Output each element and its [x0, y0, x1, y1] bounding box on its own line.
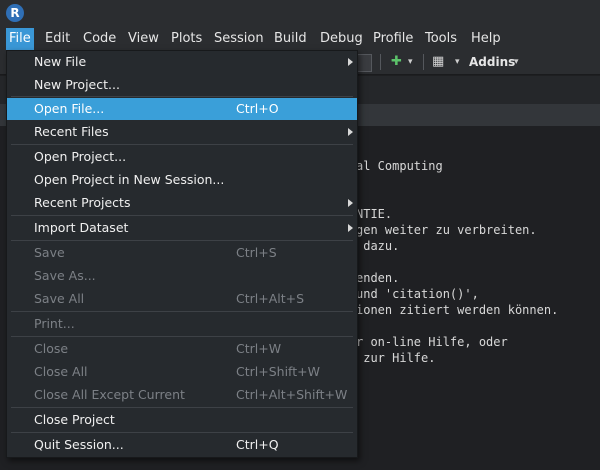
console-line: ionen zitiert werden können. [356, 303, 559, 317]
menu-item-import-dataset[interactable]: Import Dataset [7, 217, 357, 239]
submenu-arrow-icon [348, 128, 353, 136]
console-line: dazu. [356, 239, 400, 253]
file-menu-dropdown: New File New Project... Open File... Ctr… [6, 50, 358, 458]
menu-item-print[interactable]: Print... [7, 313, 357, 335]
menu-edit[interactable]: Edit [42, 28, 73, 50]
menu-item-save-all[interactable]: Save All Ctrl+Alt+S [7, 288, 357, 310]
shortcut-label: Ctrl+Shift+W [236, 364, 320, 379]
menu-bar: File Edit Code View Plots Session Build … [0, 28, 600, 50]
menu-build[interactable]: Build [271, 28, 310, 50]
menu-view[interactable]: View [125, 28, 162, 50]
menu-separator [11, 96, 353, 97]
shortcut-label: Ctrl+O [236, 101, 279, 116]
menu-item-save[interactable]: Save Ctrl+S [7, 242, 357, 264]
menu-item-close-all[interactable]: Close All Ctrl+Shift+W [7, 361, 357, 383]
menu-separator [11, 215, 353, 216]
r-logo-icon: R [6, 4, 24, 22]
menu-profile[interactable]: Profile [370, 28, 416, 50]
menu-separator [11, 336, 353, 337]
new-item-icon[interactable]: ✚ [391, 53, 402, 71]
menu-separator [11, 240, 353, 241]
submenu-arrow-icon [348, 224, 353, 232]
menu-item-recent-files[interactable]: Recent Files [7, 121, 357, 143]
menu-item-open-file[interactable]: Open File... Ctrl+O [7, 98, 357, 120]
chevron-down-icon[interactable]: ▾ [514, 53, 519, 71]
menu-separator [11, 311, 353, 312]
menu-code[interactable]: Code [80, 28, 119, 50]
console-line: und 'citation()', [356, 287, 479, 301]
chevron-down-icon[interactable]: ▾ [455, 53, 460, 71]
addins-button[interactable]: Addins [469, 53, 515, 71]
console-line: zur Hilfe. [356, 351, 436, 365]
menu-help[interactable]: Help [468, 28, 504, 50]
menu-file[interactable]: File [6, 28, 34, 50]
menu-debug[interactable]: Debug [317, 28, 366, 50]
shortcut-label: Ctrl+S [236, 245, 277, 260]
grid-layout-icon[interactable]: ▦ [432, 53, 444, 71]
submenu-arrow-icon [348, 58, 353, 66]
menu-item-new-project[interactable]: New Project... [7, 74, 357, 96]
menu-session[interactable]: Session [211, 28, 267, 50]
console-line: NTIE. [356, 207, 393, 221]
menu-item-quit-session[interactable]: Quit Session... Ctrl+Q [7, 434, 357, 456]
menu-item-recent-projects[interactable]: Recent Projects [7, 192, 357, 214]
menu-separator [11, 144, 353, 145]
console-line: al Computing [356, 159, 443, 173]
console-line: enden. [356, 271, 400, 285]
shortcut-label: Ctrl+Alt+Shift+W [236, 387, 348, 402]
menu-item-new-file[interactable]: New File [7, 51, 357, 73]
submenu-arrow-icon [348, 199, 353, 207]
title-bar: R [0, 0, 600, 28]
menu-item-close-project[interactable]: Close Project [7, 409, 357, 431]
console-line: r on-line Hilfe, oder [356, 335, 508, 349]
menu-item-close[interactable]: Close Ctrl+W [7, 338, 357, 360]
chevron-down-icon[interactable]: ▾ [408, 53, 413, 71]
shortcut-label: Ctrl+W [236, 341, 282, 356]
toolbar-separator [423, 54, 424, 70]
toolbar-input[interactable] [356, 54, 372, 72]
shortcut-label: Ctrl+Q [236, 437, 279, 452]
shortcut-label: Ctrl+Alt+S [236, 291, 305, 306]
menu-item-save-as[interactable]: Save As... [7, 265, 357, 287]
menu-separator [11, 407, 353, 408]
console-line: gen weiter zu verbreiten. [356, 223, 537, 237]
menu-separator [11, 432, 353, 433]
menu-item-open-project[interactable]: Open Project... [7, 146, 357, 168]
menu-plots[interactable]: Plots [168, 28, 205, 50]
menu-item-open-project-new-session[interactable]: Open Project in New Session... [7, 169, 357, 191]
menu-item-close-all-except-current[interactable]: Close All Except Current Ctrl+Alt+Shift+… [7, 384, 357, 406]
toolbar-separator [380, 54, 381, 70]
menu-tools[interactable]: Tools [422, 28, 460, 50]
